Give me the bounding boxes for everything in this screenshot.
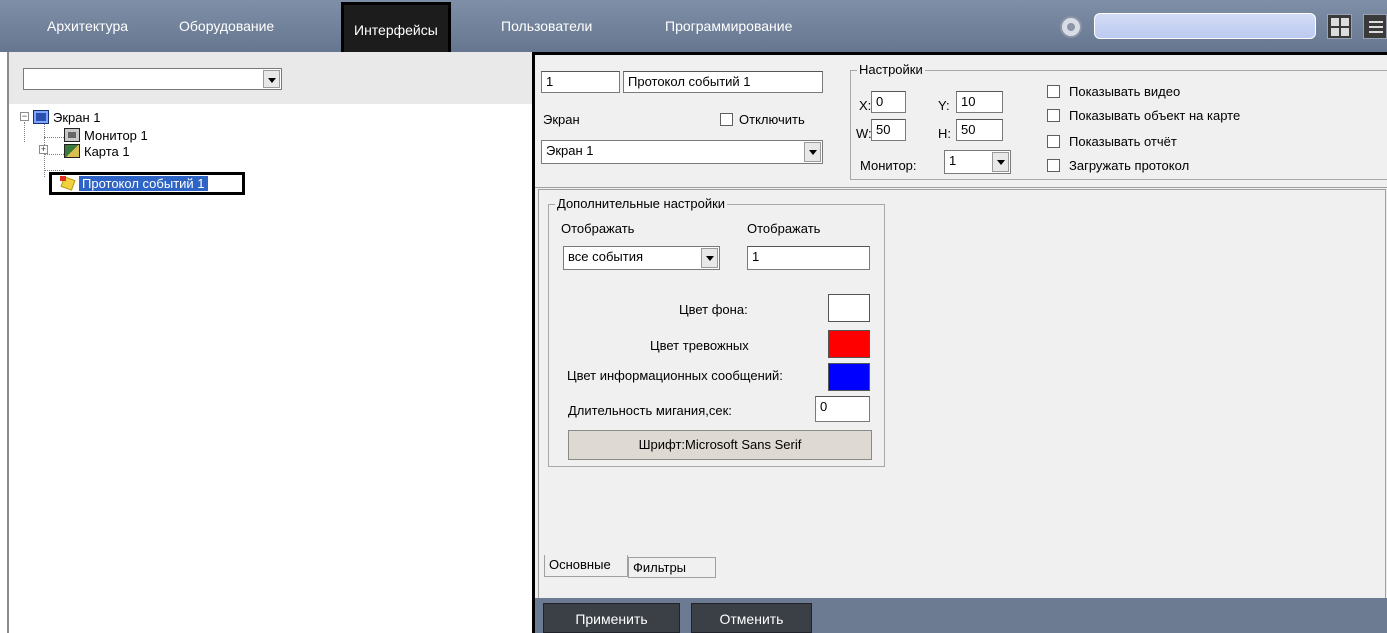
tab-content: Дополнительные настройки Отображать Отоб… [538,189,1386,601]
menu-item-users[interactable]: Пользователи [501,0,592,52]
tree-item-event-log[interactable]: Протокол событий 1 [49,172,245,195]
x-field[interactable]: 0 [871,91,906,113]
blink-duration-field[interactable]: 0 [815,396,870,422]
extra-settings-group: Дополнительные настройки Отображать Отоб… [548,196,885,467]
tree-item-screen[interactable]: Экран 1 [33,109,101,126]
tree-connector [44,137,64,138]
actions-bar: Применить Отменить [535,598,1387,633]
w-label: W: [856,126,872,141]
collapse-icon[interactable]: − [20,112,29,121]
display-count-label: Отображать [747,221,821,236]
settings-gear-icon[interactable] [1060,16,1082,38]
chevron-down-icon[interactable] [701,248,718,268]
menu-item-programming[interactable]: Программирование [665,0,792,52]
screen-label: Экран [543,112,580,127]
chevron-down-icon[interactable] [804,142,821,162]
blink-duration-label: Длительность мигания,сек: [568,403,732,418]
monitor-icon [64,128,80,142]
disable-label: Отключить [739,112,805,127]
tree-toolbar [9,52,534,104]
object-tree-panel: − Экран 1 Монитор 1 + Карта 1 Протокол с… [7,52,534,633]
expand-icon[interactable]: + [39,145,48,154]
show-on-map-checkbox[interactable] [1047,109,1060,122]
object-name-field[interactable]: Протокол событий 1 [623,71,823,93]
tree-connector [44,170,64,171]
map-icon [64,144,80,158]
alarm-color-swatch[interactable] [828,330,870,358]
menu-item-interfaces[interactable]: Интерфейсы [341,2,451,56]
object-id-field[interactable]: 1 [541,71,620,93]
settings-group: Настройки X: 0 Y: 10 W: 50 H: 50 Монитор… [850,62,1387,180]
cancel-button[interactable]: Отменить [691,603,812,633]
chevron-down-icon[interactable] [263,70,280,88]
tree-connector [24,122,25,142]
tree-item-label: Протокол событий 1 [79,176,208,191]
x-label: X: [859,98,872,113]
disable-checkbox[interactable] [720,113,733,126]
info-color-swatch[interactable] [828,363,870,391]
monitor-select[interactable]: 1 [944,150,1011,174]
screen-select-value: Экран 1 [546,143,594,158]
tree-item-monitor[interactable]: Монитор 1 [64,127,148,144]
menu-item-equipment[interactable]: Оборудование [179,0,274,52]
h-field[interactable]: 50 [956,119,1003,141]
object-properties: 1 Протокол событий 1 Экран Отключить Экр… [535,55,1387,188]
load-protocol-checkbox[interactable] [1047,159,1060,172]
events-filter-select[interactable]: все события [563,246,720,270]
menu-list-icon[interactable] [1363,14,1387,39]
events-filter-value: все события [568,249,644,264]
apply-button[interactable]: Применить [543,603,680,633]
y-field[interactable]: 10 [956,91,1003,113]
show-video-label: Показывать видео [1069,84,1181,99]
tree-item-label: Экран 1 [53,110,101,125]
show-video-checkbox[interactable] [1047,85,1060,98]
show-on-map-label: Показывать объект на карте [1069,108,1241,123]
settings-title: Настройки [857,62,925,77]
monitor-select-value: 1 [949,153,957,168]
menu-item-architecture[interactable]: Архитектура [47,0,128,52]
events-count-field[interactable]: 1 [747,246,870,270]
y-label: Y: [938,98,950,113]
info-color-label: Цвет информационных сообщений: [567,368,783,383]
chevron-down-icon[interactable] [992,152,1009,172]
tree-connector [44,154,64,155]
event-log-icon [60,176,76,191]
h-label: H: [938,126,951,141]
bg-color-swatch[interactable] [828,294,870,322]
alarm-color-label: Цвет тревожных [650,338,749,353]
w-field[interactable]: 50 [871,119,906,141]
screen-icon [33,110,49,124]
extra-settings-title: Дополнительные настройки [555,196,728,211]
tree-item-label: Карта 1 [84,144,130,159]
bg-color-label: Цвет фона: [679,302,748,317]
top-menu-bar: Архитектура Оборудование Интерфейсы Поль… [0,0,1387,56]
layout-grid-icon[interactable] [1327,14,1352,39]
search-input[interactable] [1094,13,1316,39]
show-report-checkbox[interactable] [1047,135,1060,148]
properties-area: 1 Протокол событий 1 Экран Отключить Экр… [532,52,1387,633]
tab-general[interactable]: Основные [544,555,628,577]
monitor-label: Монитор: [860,158,917,173]
screen-select[interactable]: Экран 1 [541,140,823,164]
load-protocol-label: Загружать протокол [1069,158,1190,173]
tree-item-map[interactable]: Карта 1 [64,143,130,160]
display-events-label: Отображать [561,221,635,236]
tree-filter-combo[interactable] [23,68,282,90]
tree-item-label: Монитор 1 [84,128,148,143]
show-report-label: Показывать отчёт [1069,134,1177,149]
font-button[interactable]: Шрифт:Microsoft Sans Serif [568,430,872,460]
tab-filters[interactable]: Фильтры [628,557,716,578]
